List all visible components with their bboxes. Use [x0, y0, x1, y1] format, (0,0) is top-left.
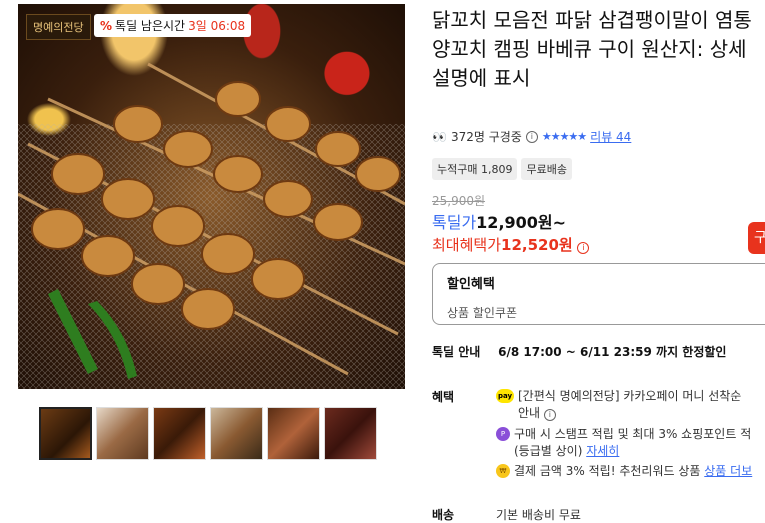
deal-price-label: 톡딜가 — [432, 213, 477, 232]
deal-timer-value: 3일 06:08 — [188, 19, 246, 33]
thumbnail-2[interactable] — [96, 407, 149, 460]
coin-icon: ₩ — [496, 464, 510, 478]
product-main-image — [18, 4, 405, 389]
eyes-icon: 👀 — [432, 129, 447, 144]
deal-info: 톡딜 안내 6/8 17:00 ~ 6/11 23:59 까지 한정할인 — [432, 343, 726, 360]
original-price: 25,900원 — [432, 194, 486, 208]
deal-price-row: 톡딜가12,900원~ — [432, 209, 566, 233]
benefit-stamp: P 구매 시 스탬프 적립 및 최대 3% 쇼핑포인트 적 (등급별 상이) 자세… — [496, 426, 765, 460]
product-tags: 누적구매 1,809 무료배송 — [432, 158, 572, 180]
discount-box[interactable]: 할인혜택 상품 할인쿠폰 — [432, 263, 765, 325]
deal-timer-label: 톡딜 남은시간 — [115, 19, 186, 33]
thumbnail-5[interactable] — [267, 407, 320, 460]
deal-price-value: 12,900원~ — [476, 213, 567, 232]
percent-icon: % — [100, 18, 113, 33]
kakaopay-icon: pay — [496, 389, 514, 403]
viewer-count: 372명 구경중 — [450, 130, 522, 144]
buy-button[interactable]: 구 — [748, 222, 765, 254]
benefit-kakaopay: pay [간편식 명예의전당] 카카오페이 머니 선착순 안내 i — [496, 388, 765, 422]
max-benefit-value: 12,520원 — [501, 236, 573, 254]
product-meta: 👀 372명 구경중 i ★★★★★ 리뷰 44 — [432, 128, 631, 145]
more-products-link[interactable]: 상품 더보 — [704, 464, 752, 478]
point-icon: P — [496, 427, 510, 441]
product-title: 닭꼬치 모음전 파닭 삼겹팽이말이 염통 양꼬치 캠핑 바베큐 구이 원산지: … — [432, 8, 752, 90]
benefit-label: 혜택 — [432, 390, 455, 404]
max-benefit-label: 최대혜택가 — [432, 236, 502, 254]
tag-free-shipping: 무료배송 — [521, 158, 572, 180]
deal-timer-badge: % 톡딜 남은시간 3일 06:08 — [94, 14, 252, 37]
info-icon[interactable]: i — [543, 409, 556, 421]
tag-purchases: 누적구매 1,809 — [432, 158, 518, 180]
info-icon[interactable]: i — [577, 242, 590, 254]
deal-info-value: 6/8 17:00 ~ 6/11 23:59 까지 한정할인 — [498, 345, 727, 359]
thumbnail-strip — [39, 407, 377, 460]
discount-header: 할인혜택 — [447, 277, 495, 292]
thumbnail-3[interactable] — [153, 407, 206, 460]
thumbnail-6[interactable] — [324, 407, 377, 460]
details-link[interactable]: 자세히 — [586, 444, 619, 458]
thumbnail-4[interactable] — [210, 407, 263, 460]
benefit-reward: ₩ 결제 금액 3% 적립! 추천리워드 상품 상품 더보 — [496, 463, 765, 480]
info-icon[interactable]: i — [525, 130, 538, 143]
skewers-illustration — [18, 62, 405, 389]
review-link[interactable]: 리뷰 44 — [590, 128, 631, 145]
discount-sub: 상품 할인쿠폰 — [447, 306, 518, 320]
rating-stars: ★★★★★ — [541, 130, 587, 143]
thumbnail-1[interactable] — [39, 407, 92, 460]
max-benefit-row: 최대혜택가12,520원 i — [432, 234, 590, 255]
brand-badge: 명예의전당 — [26, 14, 91, 40]
benefit-text: [간편식 명예의전당] 카카오페이 머니 선착순 안내 i — [518, 389, 742, 421]
benefit-text: 구매 시 스탬프 적립 및 최대 3% 쇼핑포인트 적 (등급별 상이) 자세히 — [514, 427, 752, 458]
benefit-text: 결제 금액 3% 적립! 추천리워드 상품 상품 더보 — [514, 464, 753, 478]
deal-info-label: 톡딜 안내 — [432, 345, 481, 359]
